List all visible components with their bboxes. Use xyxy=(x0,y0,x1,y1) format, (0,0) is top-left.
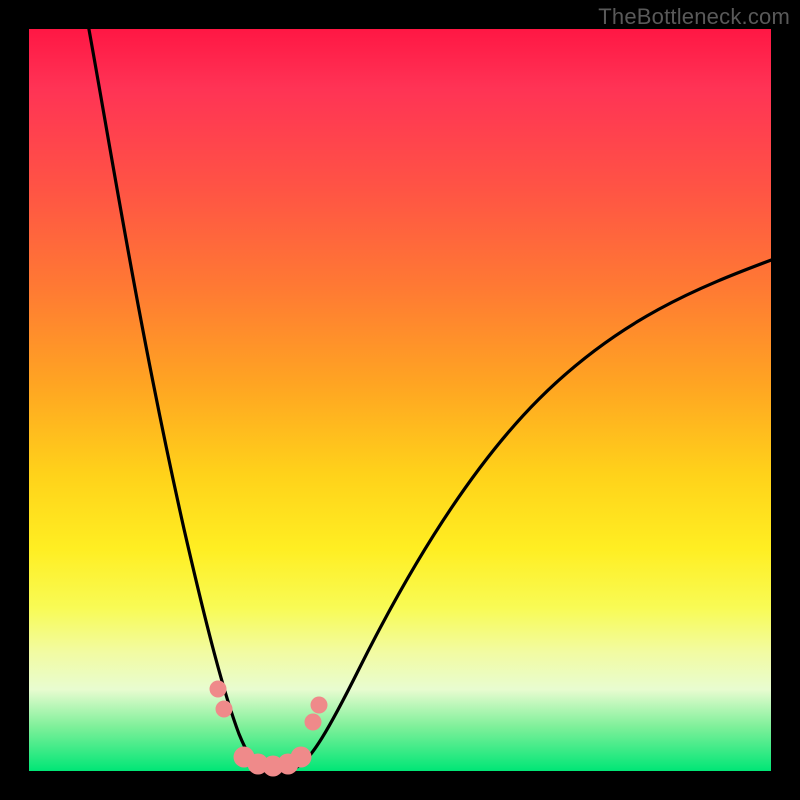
marker-dot xyxy=(305,714,322,731)
marker-dot xyxy=(291,747,312,768)
watermark-text: TheBottleneck.com xyxy=(598,4,790,30)
marker-dot xyxy=(210,681,227,698)
curve-right-branch xyxy=(297,259,774,767)
marker-dot xyxy=(311,697,328,714)
chart-frame: TheBottleneck.com xyxy=(0,0,800,800)
plot-area xyxy=(29,29,771,771)
chart-svg xyxy=(29,29,771,771)
marker-dot xyxy=(216,701,233,718)
curve-left-branch xyxy=(88,24,261,767)
